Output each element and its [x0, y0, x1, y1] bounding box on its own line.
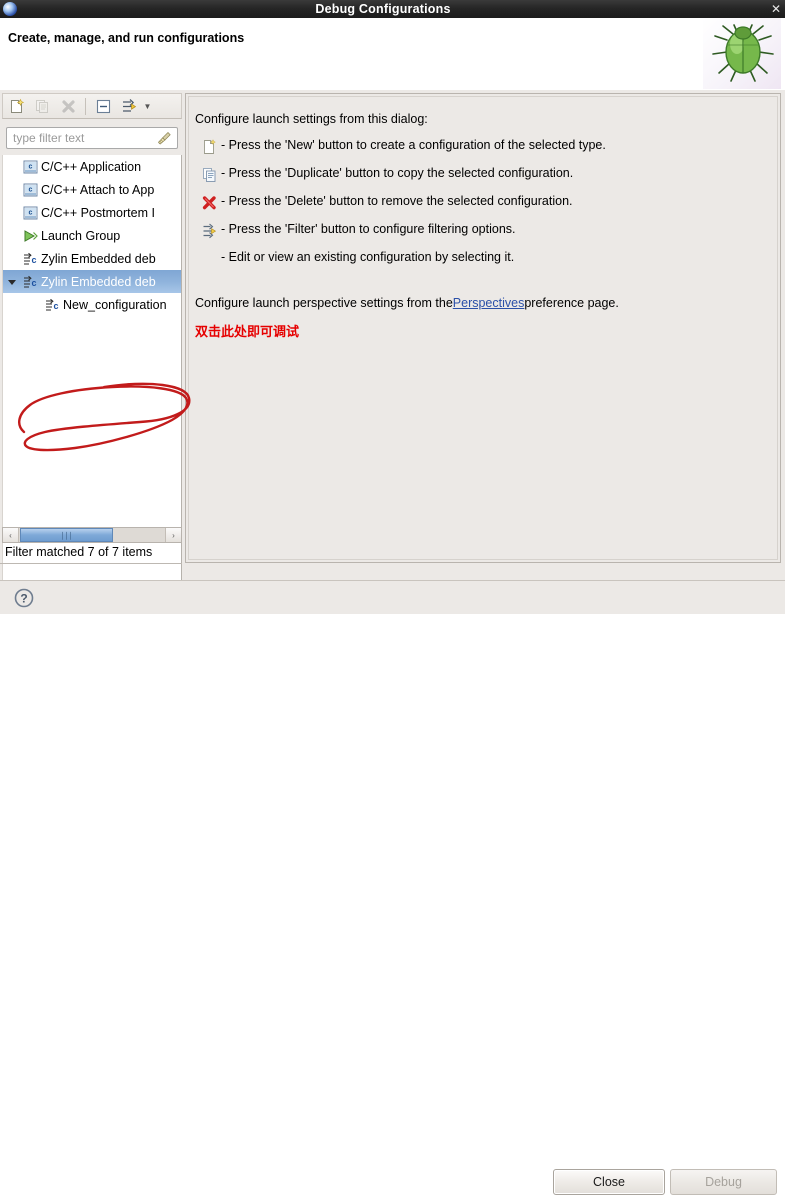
zylin-icon: c: [21, 274, 39, 290]
debug-button: Debug: [670, 1169, 777, 1195]
info-item-filter: - Press the 'Filter' button to configure…: [199, 222, 516, 240]
info-panel-inner: Configure launch settings from this dial…: [188, 96, 778, 560]
window-titlebar: Debug Configurations ✕: [0, 0, 785, 18]
info-item-edit: - Edit or view an existing configuration…: [199, 250, 514, 268]
window-title: Debug Configurations: [315, 2, 451, 16]
tree-item[interactable]: c C/C++ Attach to App: [3, 178, 181, 201]
scroll-right-arrow-icon[interactable]: ›: [165, 528, 181, 542]
perspective-settings-text: Configure launch perspective settings fr…: [195, 296, 619, 310]
panel-divider: [0, 563, 182, 564]
launch-config-toolbar: ▼: [2, 93, 182, 119]
svg-text:c: c: [31, 278, 36, 288]
help-question-icon[interactable]: ?: [14, 588, 34, 608]
c-cpp-icon: c: [21, 205, 39, 221]
launch-configurations-panel: ▼ c C/C++ Application c C/C++ Attach to App…: [0, 90, 182, 610]
info-item-label: - Press the 'Delete' button to remove th…: [221, 194, 573, 208]
svg-text:c: c: [53, 301, 58, 311]
svg-text:c: c: [31, 255, 36, 265]
filter-match-status: Filter matched 7 of 7 items: [5, 545, 153, 559]
c-cpp-icon: c: [21, 182, 39, 198]
green-bug-icon: [703, 18, 781, 89]
launch-configuration-info-panel: Configure launch settings from this dial…: [185, 93, 781, 563]
info-item-delete: - Press the 'Delete' button to remove th…: [199, 194, 573, 212]
close-button[interactable]: Close: [553, 1169, 665, 1195]
tree-item-label: New_configuration: [63, 297, 167, 312]
broom-icon[interactable]: [157, 131, 172, 146]
c-cpp-icon: c: [21, 159, 39, 175]
tree-item[interactable]: c C/C++ Postmortem I: [3, 201, 181, 224]
close-icon[interactable]: ✕: [767, 0, 785, 18]
tree-item-label: Launch Group: [41, 228, 121, 243]
info-item-label: - Press the 'New' button to create a con…: [221, 138, 606, 152]
info-item-label: - Edit or view an existing configuration…: [221, 250, 515, 264]
info-item-label: - Press the 'Duplicate' button to copy t…: [221, 166, 574, 180]
duplicate-launch-configuration-button: [29, 95, 55, 117]
svg-text:?: ?: [20, 592, 27, 606]
scrollbar-track[interactable]: ∣∣∣: [19, 528, 165, 542]
tree-item-label: C/C++ Application: [41, 159, 142, 174]
tree-item[interactable]: c Zylin Embedded deb: [3, 247, 181, 270]
delete-launch-configuration-button: [55, 95, 81, 117]
perspective-suffix: preference page.: [524, 296, 619, 310]
duplicate-icon: [199, 166, 219, 184]
new-document-icon: [199, 138, 219, 156]
scrollbar-thumb[interactable]: ∣∣∣: [20, 528, 113, 542]
svg-text:c: c: [28, 209, 32, 216]
launch-group-icon: [21, 228, 39, 244]
chinese-annotation-note: 双击此处即可调试: [195, 325, 300, 340]
info-item-new: - Press the 'New' button to create a con…: [199, 138, 606, 156]
zylin-icon: c: [43, 297, 61, 313]
dialog-header: Create, manage, and run configurations: [0, 18, 785, 91]
zylin-icon: c: [21, 251, 39, 267]
info-item-duplicate: - Press the 'Duplicate' button to copy t…: [199, 166, 573, 184]
tree-item[interactable]: c Zylin Embedded deb: [3, 270, 181, 293]
filter-icon: [199, 222, 219, 240]
tree-horizontal-scrollbar[interactable]: ‹ ∣∣∣ ›: [2, 527, 182, 543]
filter-launch-configurations-button[interactable]: [116, 95, 142, 117]
tree-item[interactable]: Launch Group: [3, 224, 181, 247]
dialog-footer: ? Close Debug: [0, 580, 785, 1195]
delete-x-icon: [199, 194, 219, 212]
toolbar-separator: [85, 97, 86, 115]
tree-item-label: Zylin Embedded deb: [41, 251, 156, 266]
perspectives-link[interactable]: Perspectives: [453, 296, 525, 310]
tree-item[interactable]: c New_configuration: [3, 293, 181, 316]
svg-text:c: c: [28, 163, 32, 170]
scroll-left-arrow-icon[interactable]: ‹: [3, 528, 19, 542]
expand-triangle-icon[interactable]: [3, 270, 21, 293]
info-intro-text: Configure launch settings from this dial…: [195, 112, 428, 126]
search-input[interactable]: [7, 129, 157, 147]
tree-item-label: C/C++ Postmortem I: [41, 205, 155, 220]
new-launch-configuration-button[interactable]: [3, 95, 29, 117]
chevron-down-icon[interactable]: ▼: [142, 95, 153, 117]
tree-item[interactable]: c C/C++ Application: [3, 155, 181, 178]
perspective-prefix: Configure launch perspective settings fr…: [195, 296, 453, 310]
page-title: Create, manage, and run configurations: [8, 31, 245, 45]
tree-item-label: C/C++ Attach to App: [41, 182, 155, 197]
no-icon-spacer: [199, 250, 219, 268]
filter-text-container[interactable]: [6, 127, 178, 149]
tree-item-label: Zylin Embedded deb: [41, 274, 156, 289]
info-item-label: - Press the 'Filter' button to configure…: [221, 222, 516, 236]
dialog-body: ▼ c C/C++ Application c C/C++ Attach to App…: [0, 90, 785, 610]
svg-text:c: c: [28, 186, 32, 193]
info-intro-label: Configure launch settings from this dial…: [195, 112, 428, 126]
collapse-all-button[interactable]: [90, 95, 116, 117]
